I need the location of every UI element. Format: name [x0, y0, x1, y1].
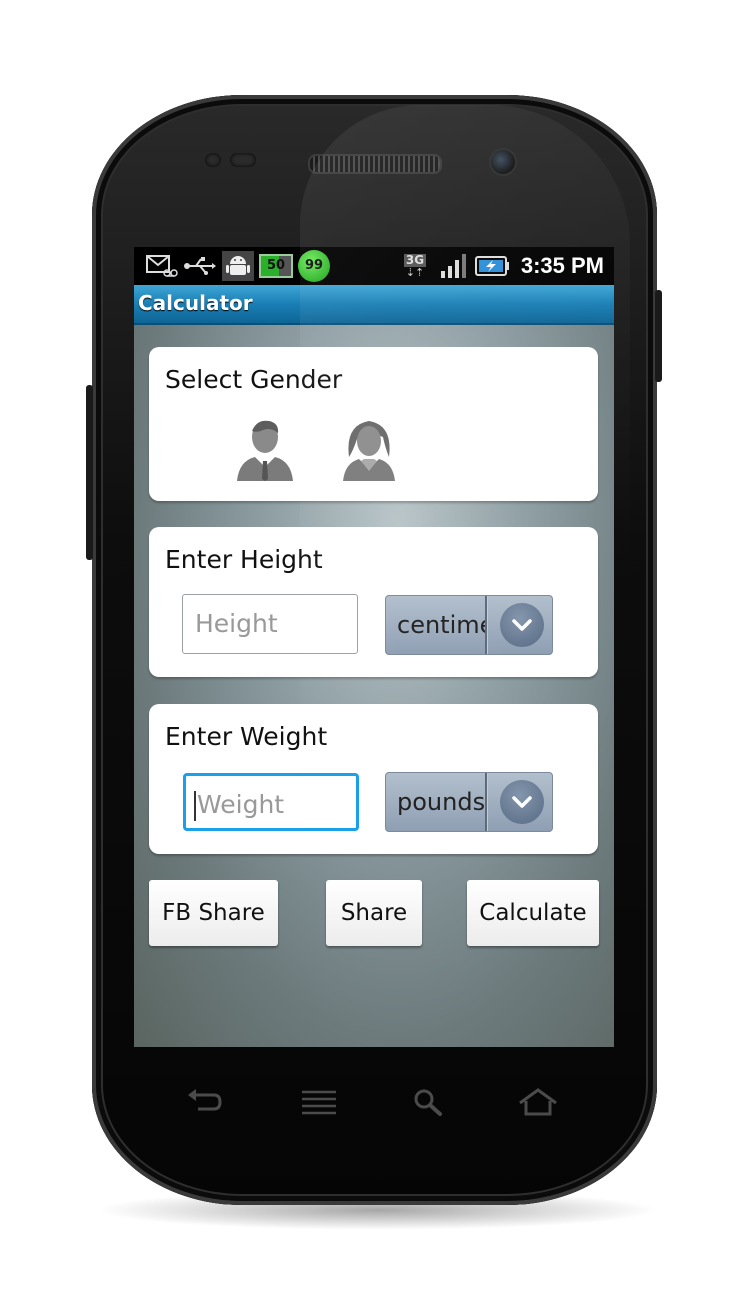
spinner-divider: [485, 773, 488, 831]
height-unit-spinner[interactable]: centimeters: [385, 595, 553, 655]
home-icon[interactable]: [516, 1082, 560, 1122]
height-title: Enter Height: [165, 545, 323, 574]
text-caret: [194, 791, 196, 821]
weight-placeholder: Weight: [197, 790, 285, 819]
power-button[interactable]: [655, 290, 662, 382]
screen: 50 99 3G ⇣⇡ 3:35 PM Calculator Select Ge…: [134, 247, 614, 1047]
front-camera: [489, 148, 517, 176]
battery-charging-icon: [474, 251, 510, 281]
gender-title: Select Gender: [165, 365, 343, 394]
usb-icon: [184, 251, 216, 281]
status-clock: 3:35 PM: [520, 253, 604, 278]
app-title-bar: Calculator: [134, 285, 614, 325]
spinner-divider: [485, 596, 488, 654]
signal-icon: [438, 251, 468, 281]
weight-card: Enter Weight Weight pounds: [149, 704, 598, 854]
volume-button[interactable]: [86, 385, 93, 560]
fb-share-button[interactable]: FB Share: [149, 880, 278, 946]
weight-title: Enter Weight: [165, 722, 328, 751]
proximity-sensor: [205, 153, 221, 167]
weight-unit-spinner[interactable]: pounds: [385, 772, 553, 832]
chevron-down-icon[interactable]: [500, 603, 544, 647]
height-unit-value: centimeters: [397, 611, 485, 639]
back-icon[interactable]: [182, 1082, 226, 1122]
height-card: Enter Height Height centimeters: [149, 527, 598, 677]
share-button[interactable]: Share: [326, 880, 422, 946]
male-icon[interactable]: [235, 417, 295, 483]
female-icon[interactable]: [341, 417, 397, 483]
chevron-down-icon[interactable]: [500, 780, 544, 824]
mail-voicemail-icon: [146, 251, 178, 281]
3g-icon: 3G ⇣⇡: [403, 252, 427, 279]
earpiece-speaker: [308, 154, 442, 174]
battery-widget-icon: 50: [258, 251, 294, 281]
light-sensor: [230, 153, 256, 167]
search-icon[interactable]: [406, 1082, 450, 1122]
calculate-button[interactable]: Calculate: [467, 880, 599, 946]
gender-card: Select Gender: [149, 347, 598, 501]
weight-input[interactable]: Weight: [183, 773, 359, 831]
android-debug-icon: [222, 251, 254, 281]
menu-icon[interactable]: [297, 1082, 341, 1122]
weight-unit-value: pounds: [397, 788, 485, 816]
height-input[interactable]: Height: [182, 594, 358, 654]
app-title: Calculator: [138, 291, 253, 315]
percent-circle-icon: 99: [297, 250, 331, 282]
status-bar: 50 99 3G ⇣⇡ 3:35 PM: [134, 247, 614, 285]
